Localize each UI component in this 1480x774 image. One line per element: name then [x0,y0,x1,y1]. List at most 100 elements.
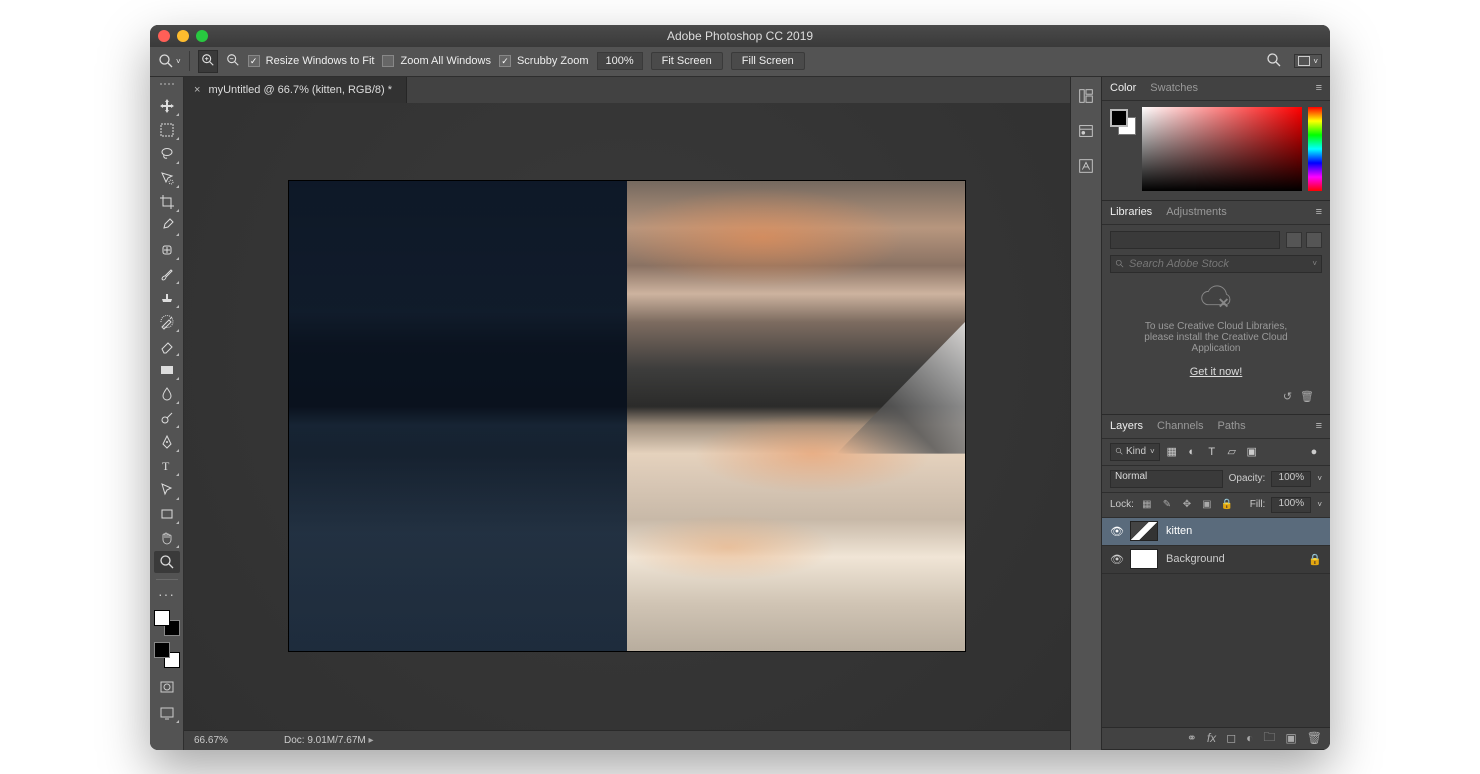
eyedropper-tool[interactable] [154,215,180,237]
resize-windows-checkbox[interactable]: Resize Windows to Fit [248,55,375,67]
library-trash-icon[interactable]: 🗑 [1300,390,1314,408]
paths-tab[interactable]: Paths [1218,420,1246,432]
channels-tab[interactable]: Channels [1157,420,1203,432]
foreground-background-swatch[interactable] [154,642,180,668]
brush-tool[interactable] [154,263,180,285]
path-select-tool[interactable] [154,479,180,501]
filter-type-icon[interactable]: T [1204,444,1220,460]
workspace-switcher-icon[interactable]: ˅ [1294,54,1322,68]
color-panel [1102,101,1330,201]
quick-select-tool[interactable] [154,167,180,189]
healing-brush-tool[interactable] [154,239,180,261]
zoom-tool[interactable] [154,551,180,573]
zoom-status[interactable]: 66.67% [194,735,254,746]
toolbar-handle-icon[interactable] [153,83,181,89]
library-select-dropdown[interactable] [1110,231,1280,249]
close-tab-icon[interactable]: × [194,84,200,96]
layer-item-kitten[interactable]: 👁 kitten [1102,518,1330,546]
properties-panel-icon[interactable] [1077,122,1095,143]
fill-screen-button[interactable]: Fill Screen [731,52,805,70]
pen-tool[interactable] [154,431,180,453]
library-grid-view-icon[interactable] [1286,232,1302,248]
layer-mask-icon[interactable]: ◻ [1226,731,1236,745]
move-tool[interactable] [154,95,180,117]
opacity-input[interactable]: 100% [1271,471,1311,487]
layers-tab[interactable]: Layers [1110,420,1143,432]
color-panel-menu-icon[interactable]: ≡ [1316,82,1322,94]
layer-group-icon[interactable]: 🗀 [1263,728,1275,749]
gradient-tool[interactable] [154,359,180,381]
fit-screen-button[interactable]: Fit Screen [651,52,723,70]
marquee-tool[interactable] [154,119,180,141]
delete-layer-icon[interactable]: 🗑 [1307,731,1322,745]
layers-panel-header: Layers Channels Paths ≡ [1102,415,1330,439]
get-cc-link[interactable]: Get it now! [1190,366,1243,378]
edit-toolbar-button[interactable]: ··· [158,586,175,604]
layer-item-background[interactable]: 👁 Background 🔒 [1102,546,1330,574]
new-layer-icon[interactable]: ▣ [1285,731,1296,745]
document-tab[interactable]: × myUntitled @ 66.7% (kitten, RGB/8) * [184,77,407,103]
screen-mode-icon[interactable] [154,702,180,724]
layer-thumbnail[interactable] [1130,549,1158,569]
lasso-tool[interactable] [154,143,180,165]
layer-visibility-icon[interactable]: 👁 [1110,553,1122,566]
layer-style-icon[interactable]: fx [1207,731,1216,745]
search-icon[interactable] [1266,52,1282,71]
fill-input[interactable]: 100% [1271,497,1311,513]
svg-text:T: T [162,459,170,473]
scrubby-zoom-checkbox[interactable]: Scrubby Zoom [499,55,589,67]
zoom-all-windows-checkbox[interactable]: Zoom All Windows [382,55,490,67]
zoom-percent-button[interactable]: 100% [597,52,643,70]
layer-thumbnail[interactable] [1130,521,1158,541]
lock-artboard-icon[interactable]: ▣ [1200,499,1214,510]
clone-stamp-tool[interactable] [154,287,180,309]
color-fg-bg-swatch[interactable] [1110,109,1136,135]
adjustments-tab[interactable]: Adjustments [1166,206,1227,218]
quick-mask-icon[interactable] [154,676,180,698]
lock-pixels-icon[interactable]: ✎ [1160,499,1174,510]
opacity-label: Opacity: [1229,473,1266,484]
history-brush-tool[interactable] [154,311,180,333]
default-colors-icon[interactable] [154,610,180,636]
filter-smart-icon[interactable]: ▣ [1244,444,1260,460]
lock-all-icon[interactable]: 🔒 [1220,499,1234,510]
photoshop-window: Adobe Photoshop CC 2019 ˅ Resize Windows… [150,25,1330,750]
library-search-input[interactable]: Search Adobe Stock ˅ [1110,255,1322,273]
lock-transparent-icon[interactable]: ▦ [1140,499,1154,510]
blend-mode-dropdown[interactable]: Normal [1110,470,1223,488]
filter-adjustment-icon[interactable]: ◐ [1184,444,1200,460]
color-saturation-picker[interactable] [1142,107,1302,191]
layer-filter-kind-dropdown[interactable]: Kind˅ [1110,443,1160,461]
adjustment-layer-icon[interactable]: ◐ [1246,731,1253,745]
filter-shape-icon[interactable]: ▱ [1224,444,1240,460]
library-list-view-icon[interactable] [1306,232,1322,248]
swatches-tab[interactable]: Swatches [1150,82,1198,94]
hand-tool[interactable] [154,527,180,549]
doc-info-status[interactable]: Doc: 9.01M/7.67M [284,735,374,746]
libraries-empty-state: To use Creative Cloud Libraries, please … [1110,279,1322,384]
canvas-viewport[interactable] [184,103,1070,730]
eraser-tool[interactable] [154,335,180,357]
libraries-panel-menu-icon[interactable]: ≡ [1316,206,1322,218]
libraries-tab[interactable]: Libraries [1110,206,1152,218]
filter-toggle-icon[interactable]: ● [1306,444,1322,460]
blur-tool[interactable] [154,383,180,405]
type-tool[interactable]: T [154,455,180,477]
collapsed-panel-strip [1070,77,1102,750]
link-layers-icon[interactable]: ⚭ [1187,731,1197,745]
layer-visibility-icon[interactable]: 👁 [1110,525,1122,538]
character-panel-icon[interactable] [1077,157,1095,178]
filter-pixel-icon[interactable]: ▦ [1164,444,1180,460]
layers-panel-menu-icon[interactable]: ≡ [1316,420,1322,432]
rectangle-tool[interactable] [154,503,180,525]
color-tab[interactable]: Color [1110,82,1136,94]
library-sync-icon[interactable]: ↺ [1283,390,1292,408]
lock-position-icon[interactable]: ✥ [1180,499,1194,510]
crop-tool[interactable] [154,191,180,213]
dodge-tool[interactable] [154,407,180,429]
history-panel-icon[interactable] [1077,87,1095,108]
zoom-tool-preset[interactable]: ˅ [158,53,181,69]
zoom-out-icon[interactable] [226,53,240,70]
color-hue-slider[interactable] [1308,107,1322,191]
zoom-in-icon[interactable] [198,50,218,73]
